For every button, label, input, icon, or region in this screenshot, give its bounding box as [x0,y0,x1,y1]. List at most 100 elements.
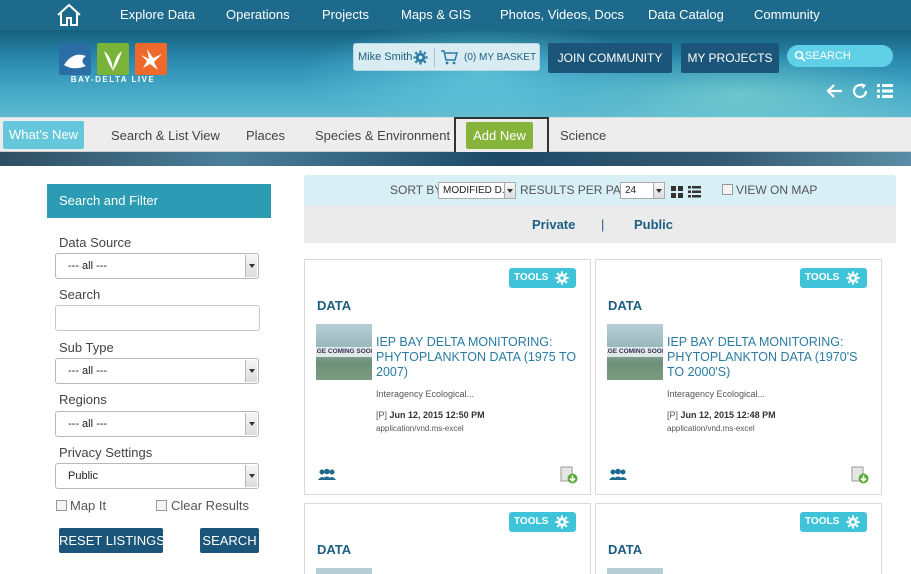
tab-places[interactable]: Places [246,118,285,153]
card-thumbnail[interactable] [607,568,663,574]
tab-whats-new[interactable]: What's New [3,121,84,149]
tab-science[interactable]: Science [560,118,606,153]
gear-icon [846,271,860,285]
download-file-icon[interactable] [851,466,869,484]
data-source-label: Data Source [59,235,132,250]
card-thumbnail[interactable]: AGE COMING SOON [607,324,663,380]
user-panel: Mike Smith (0) MY BASKET [353,43,540,71]
card-title-link[interactable]: IEP BAY DELTA MONITORING: PHYTOPLANKTON … [376,335,584,380]
divider [434,48,435,67]
date-value: Jun 12, 2015 12:50 PM [389,410,485,420]
search-label: Search [59,287,101,302]
card-thumbnail[interactable] [316,568,372,574]
card-title-link[interactable]: IEP BAY DELTA MONITORING: PHYTOPLANKTON … [667,335,875,380]
sort-by-label: SORT BY [390,183,443,197]
card-date: [P] Jun 12, 2015 12:50 PM [376,410,485,420]
add-new-button[interactable]: Add New [466,122,533,149]
basket-cart-icon[interactable] [440,49,458,65]
result-card: TOOLS DATA AGE COMING SOON IEP BAY DELTA… [595,259,882,495]
join-community-button[interactable]: JOIN COMMUNITY [548,43,672,73]
nav-data-catalog[interactable]: Data Catalog [648,0,724,30]
download-file-icon[interactable] [560,466,578,484]
results-toolbar: SORT BY MODIFIED D. RESULTS PER PAGE 24 … [304,175,896,206]
tab-search-list-view[interactable]: Search & List View [111,118,220,153]
privacy-settings-select[interactable]: Public [55,463,259,489]
search-filter-heading: Search and Filter [47,184,271,218]
my-basket-link[interactable]: (0) MY BASKET [464,44,536,71]
list-view-icon[interactable] [688,185,701,198]
header-search-input[interactable] [805,47,889,65]
sort-by-select[interactable]: MODIFIED D. [438,182,516,199]
result-card: TOOLS DATA [595,503,882,574]
tools-label: TOOLS [805,516,840,527]
tools-label: TOOLS [805,272,840,283]
nav-community[interactable]: Community [754,0,820,30]
header-banner: BAY-DELTA LIVE Mike Smith (0) MY BASKET … [0,30,911,117]
result-card: TOOLS DATA [304,503,591,574]
sort-by-value: MODIFIED D. [443,185,505,196]
home-icon[interactable] [55,1,83,28]
nav-explore-data[interactable]: Explore Data [120,0,195,30]
card-thumbnail[interactable]: AGE COMING SOON [316,324,372,380]
nav-projects[interactable]: Projects [322,0,369,30]
regions-label: Regions [59,392,107,407]
sub-navigation: What's New Search & List View Places Spe… [0,117,911,154]
tab-public[interactable]: Public [634,206,673,243]
refresh-icon[interactable] [851,82,869,100]
results-per-page-value: 24 [625,185,637,196]
card-type: DATA [317,298,352,313]
banner-strip [0,152,911,166]
user-settings-gear-icon[interactable] [413,50,428,65]
view-on-map-checkbox[interactable] [722,184,733,195]
tab-species-environment[interactable]: Species & Environment [315,118,450,153]
map-it-checkbox[interactable] [56,500,67,511]
nav-operations[interactable]: Operations [226,0,290,30]
tools-label: TOOLS [514,516,549,527]
header-actions [826,82,896,102]
card-date: [P] Jun 12, 2015 12:48 PM [667,410,776,420]
nav-photos-videos-docs[interactable]: Photos, Videos, Docs [500,0,624,30]
tab-separator: | [601,217,605,232]
tools-button[interactable]: TOOLS [800,268,867,288]
group-users-icon [608,468,628,481]
my-projects-button[interactable]: MY PROJECTS [681,43,779,73]
user-name-link[interactable]: Mike Smith [358,44,412,71]
sub-type-select[interactable]: --- all --- [55,358,259,384]
thumbnail-placeholder-text: AGE COMING SOON [607,347,663,357]
data-source-select[interactable]: --- all --- [55,253,259,279]
group-users-icon [317,468,337,481]
result-card: TOOLS DATA AGE COMING SOON IEP BAY DELTA… [304,259,591,495]
results-per-page-select[interactable]: 24 [620,182,665,199]
fish-logo-icon [59,43,91,75]
reset-listings-button[interactable]: RESET LISTINGS [59,528,165,553]
tab-private[interactable]: Private [532,206,575,243]
header-search [787,45,893,67]
card-organization: Interagency Ecological... [376,389,475,399]
nav-maps-gis[interactable]: Maps & GIS [401,0,471,30]
card-mime-type: application/vnd.ms-excel [667,424,755,433]
regions-select[interactable]: --- all --- [55,411,259,437]
card-mime-type: application/vnd.ms-excel [376,424,464,433]
search-input[interactable] [55,305,260,331]
bay-delta-live-logo[interactable]: BAY-DELTA LIVE [58,43,168,85]
tools-button[interactable]: TOOLS [800,512,867,532]
chevron-down-icon [245,465,257,487]
chevron-down-icon [504,183,515,198]
sub-type-label: Sub Type [59,340,114,355]
menu-list-icon[interactable] [876,82,894,100]
clear-results-checkbox[interactable] [156,500,167,511]
card-type: DATA [608,542,643,557]
card-organization: Interagency Ecological... [667,389,766,399]
back-arrow-icon[interactable] [826,82,844,100]
card-type: DATA [317,542,352,557]
privacy-tabs: Private | Public [304,206,896,243]
chevron-down-icon [653,183,664,198]
tools-button[interactable]: TOOLS [509,268,576,288]
grid-view-icon[interactable] [671,185,683,198]
gear-icon [555,271,569,285]
gear-icon [555,515,569,529]
tools-button[interactable]: TOOLS [509,512,576,532]
regions-value: --- all --- [68,418,108,430]
search-button[interactable]: SEARCH [200,528,259,553]
view-on-map-label: VIEW ON MAP [736,183,818,197]
